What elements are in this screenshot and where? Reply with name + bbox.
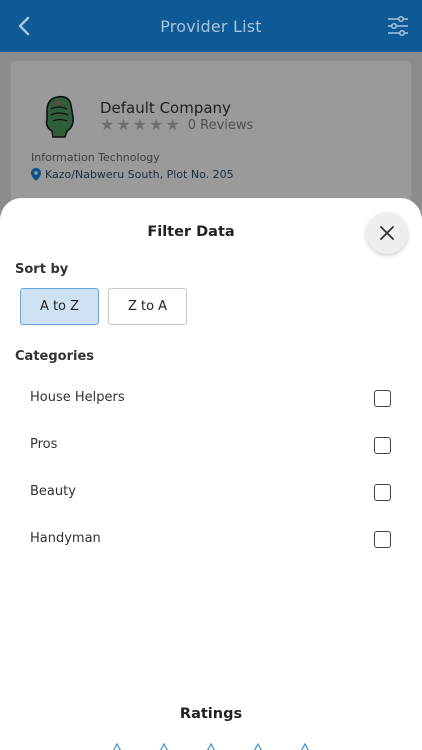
filter-button[interactable] bbox=[386, 14, 410, 38]
sort-z-to-a-button[interactable]: Z to A bbox=[108, 288, 187, 325]
chevron-left-icon bbox=[18, 16, 30, 36]
sort-by-label: Sort by bbox=[15, 262, 69, 277]
sheet-title: Filter Data bbox=[147, 224, 235, 240]
category-label: Beauty bbox=[30, 484, 76, 499]
category-checkbox[interactable] bbox=[374, 531, 391, 548]
category-checkbox[interactable] bbox=[374, 484, 391, 501]
category-row-pros[interactable]: Pros bbox=[0, 427, 422, 467]
company-logo bbox=[37, 91, 81, 139]
category-row-house-helpers[interactable]: House Helpers bbox=[0, 380, 422, 420]
star-outline-icon[interactable] bbox=[157, 743, 171, 750]
back-button[interactable] bbox=[10, 12, 38, 40]
star-icon: ★ bbox=[149, 115, 164, 134]
category-checkbox[interactable] bbox=[374, 390, 391, 407]
sliders-icon bbox=[388, 15, 408, 37]
rating-filter-stars bbox=[0, 743, 422, 750]
category-checkbox[interactable] bbox=[374, 437, 391, 454]
categories-label: Categories bbox=[15, 349, 95, 364]
company-category: Information Technology bbox=[31, 151, 160, 164]
category-label: Pros bbox=[30, 437, 58, 452]
app-header: Provider List bbox=[0, 0, 422, 52]
star-icon: ★ bbox=[116, 115, 131, 134]
star-outline-icon[interactable] bbox=[110, 743, 124, 750]
rating-stars: ★ ★ ★ ★ ★ 0 Reviews bbox=[100, 117, 253, 133]
category-label: Handyman bbox=[30, 531, 101, 546]
category-row-handyman[interactable]: Handyman bbox=[0, 521, 422, 561]
provider-card[interactable]: Default Company ★ ★ ★ ★ ★ 0 Reviews Info… bbox=[10, 60, 412, 210]
sort-a-to-z-button[interactable]: A to Z bbox=[20, 288, 99, 325]
page-title: Provider List bbox=[160, 16, 262, 36]
star-icon: ★ bbox=[100, 115, 115, 134]
category-label: House Helpers bbox=[30, 390, 125, 405]
close-button[interactable] bbox=[366, 212, 408, 254]
location-pin-icon bbox=[31, 168, 41, 181]
star-outline-icon[interactable] bbox=[251, 743, 265, 750]
category-row-beauty[interactable]: Beauty bbox=[0, 474, 422, 514]
filter-sheet: Filter Data Sort by A to Z Z to A Catego… bbox=[0, 198, 422, 750]
star-icon: ★ bbox=[165, 115, 180, 134]
star-outline-icon[interactable] bbox=[298, 743, 312, 750]
review-count: 0 Reviews bbox=[187, 117, 254, 133]
close-icon bbox=[380, 226, 394, 240]
star-outline-icon[interactable] bbox=[204, 743, 218, 750]
address-text: Kazo/Nabweru South, Plot No. 205 bbox=[45, 168, 234, 181]
star-icon: ★ bbox=[132, 115, 148, 134]
fist-logo-icon bbox=[45, 95, 74, 138]
company-address: Kazo/Nabweru South, Plot No. 205 bbox=[31, 168, 234, 181]
ratings-label: Ratings bbox=[179, 706, 243, 722]
